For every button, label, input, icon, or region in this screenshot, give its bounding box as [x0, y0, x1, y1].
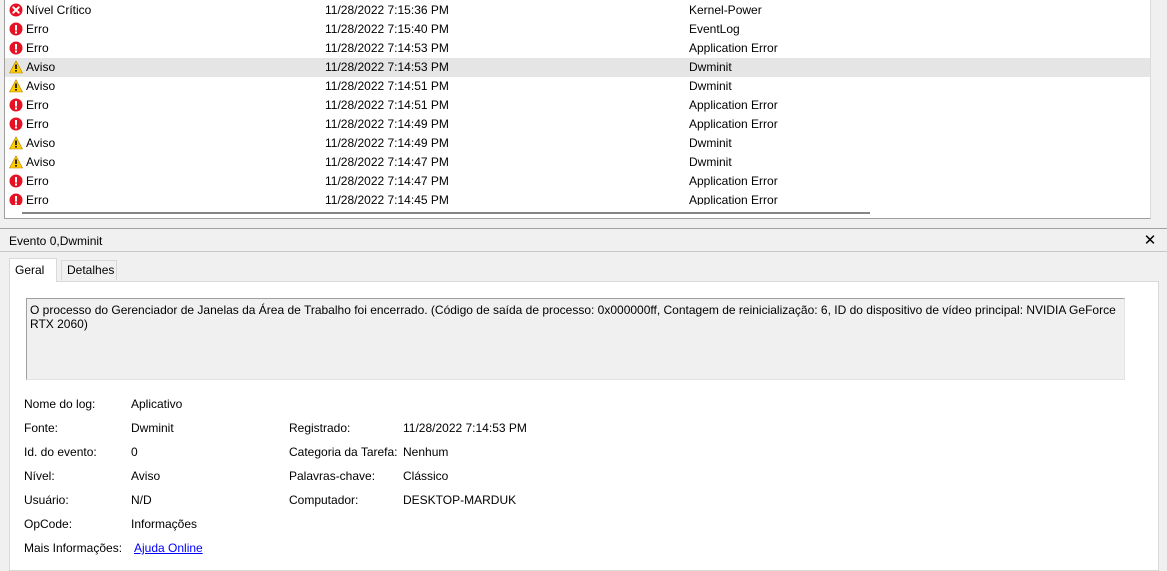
table-row[interactable]: Erro 11/28/2022 7:14:47 PM Application Err…: [5, 172, 1150, 191]
table-row[interactable]: Erro 11/28/2022 7:14:49 PM Application Err…: [5, 115, 1150, 134]
warning-icon: [9, 136, 23, 150]
source-label: Fonte:: [24, 421, 59, 435]
date-time-cell: 11/28/2022 7:14:49 PM: [325, 117, 449, 131]
table-row[interactable]: Aviso 11/28/2022 7:14:47 PM Dwminit: [5, 153, 1150, 172]
source-cell: Application Error: [689, 41, 778, 55]
table-row[interactable]: Erro 11/28/2022 7:14:53 PM Application Err…: [5, 39, 1150, 58]
date-time-cell: 11/28/2022 7:14:49 PM: [325, 136, 449, 150]
level-cell: Nível Crítico: [26, 3, 92, 17]
date-time-cell: 11/28/2022 7:15:40 PM: [325, 22, 449, 36]
table-row[interactable]: Aviso 11/28/2022 7:14:49 PM Dwminit: [5, 134, 1150, 153]
tab-general[interactable]: Geral: [9, 258, 57, 282]
opcode-value: Informações: [131, 517, 198, 531]
date-time-cell: 11/28/2022 7:14:53 PM: [325, 60, 449, 74]
critical-icon: [9, 3, 23, 17]
error-icon: [9, 174, 23, 188]
level-cell: Aviso: [26, 79, 56, 93]
event-description[interactable]: O processo do Gerenciador de Janelas da …: [26, 298, 1125, 380]
detail-title: Evento 0,Dwminit: [9, 234, 103, 248]
level-cell: Aviso: [26, 60, 56, 74]
event-id-value: 0: [131, 445, 138, 459]
log-name-value: Aplicativo: [131, 397, 183, 411]
source-cell: Dwminit: [689, 155, 732, 169]
warning-icon: [9, 79, 23, 93]
event-list-horizontal-scrollbar[interactable]: [6, 205, 1149, 218]
general-tab-panel: O processo do Gerenciador de Janelas da …: [9, 281, 1159, 571]
task-category-label: Categoria da Tarefa:: [289, 445, 398, 459]
source-cell: Dwminit: [689, 60, 732, 74]
logged-value: 11/28/2022 7:14:53 PM: [403, 421, 527, 435]
close-icon[interactable]: ✕: [1140, 232, 1160, 250]
scrollbar-thumb[interactable]: [22, 212, 870, 214]
more-info-label: Mais Informações:: [24, 541, 123, 555]
user-label: Usuário:: [24, 493, 69, 507]
date-time-cell: 11/28/2022 7:14:47 PM: [325, 155, 449, 169]
user-value: N/D: [131, 493, 152, 507]
opcode-label: OpCode:: [24, 517, 73, 531]
error-icon: [9, 98, 23, 112]
event-list-frame: Nível Crítico 11/28/2022 7:15:36 PM Kernel…: [0, 0, 1167, 223]
level-cell: Aviso: [26, 136, 56, 150]
warning-icon: [9, 60, 23, 74]
source-cell: EventLog: [689, 22, 740, 36]
source-cell: Kernel-Power: [689, 3, 762, 17]
source-cell: Dwminit: [689, 136, 732, 150]
error-icon: [9, 117, 23, 131]
table-row[interactable]: Nível Crítico 11/28/2022 7:15:36 PM Kernel…: [5, 1, 1150, 20]
level-label: Nível:: [24, 469, 55, 483]
date-time-cell: 11/28/2022 7:14:51 PM: [325, 79, 449, 93]
tab-details[interactable]: Detalhes: [61, 260, 117, 280]
date-time-cell: 11/28/2022 7:14:51 PM: [325, 98, 449, 112]
error-icon: [9, 41, 23, 55]
date-time-cell: 11/28/2022 7:14:47 PM: [325, 174, 449, 188]
warning-icon: [9, 155, 23, 169]
event-detail-pane: Evento 0,Dwminit ✕ Geral Detalhes O proc…: [0, 229, 1167, 571]
level-value: Aviso: [131, 469, 161, 483]
event-list[interactable]: Nível Crítico 11/28/2022 7:15:36 PM Kernel…: [4, 0, 1151, 219]
level-cell: Erro: [26, 41, 49, 55]
table-row[interactable]: Aviso 11/28/2022 7:14:53 PM Dwminit: [5, 58, 1150, 77]
date-time-cell: 11/28/2022 7:14:53 PM: [325, 41, 449, 55]
source-cell: Application Error: [689, 174, 778, 188]
computer-value: DESKTOP-MARDUK: [403, 493, 517, 507]
keywords-label: Palavras-chave:: [289, 469, 376, 483]
log-name-label: Nome do log:: [24, 397, 96, 411]
source-cell: Dwminit: [689, 79, 732, 93]
date-time-cell: 11/28/2022 7:15:36 PM: [325, 3, 449, 17]
task-category-value: Nenhum: [403, 445, 449, 459]
level-cell: Erro: [26, 174, 49, 188]
level-cell: Erro: [26, 98, 49, 112]
source-value: Dwminit: [131, 421, 174, 435]
event-list-vertical-scrollbar[interactable]: [1152, 0, 1167, 223]
table-row[interactable]: Erro 11/28/2022 7:14:51 PM Application Err…: [5, 96, 1150, 115]
error-icon: [9, 22, 23, 36]
computer-label: Computador:: [289, 493, 359, 507]
table-row[interactable]: Aviso 11/28/2022 7:14:51 PM Dwminit: [5, 77, 1150, 96]
event-id-label: Id. do evento:: [24, 445, 97, 459]
level-cell: Erro: [26, 22, 49, 36]
level-cell: Erro: [26, 117, 49, 131]
level-cell: Aviso: [26, 155, 56, 169]
detail-header: Evento 0,Dwminit ✕: [0, 229, 1167, 252]
online-help-link[interactable]: Ajuda Online: [134, 541, 203, 555]
keywords-value: Clássico: [403, 469, 449, 483]
source-cell: Application Error: [689, 117, 778, 131]
table-row[interactable]: Erro 11/28/2022 7:15:40 PM EventLog: [5, 20, 1150, 39]
source-cell: Application Error: [689, 98, 778, 112]
logged-label: Registrado:: [289, 421, 351, 435]
